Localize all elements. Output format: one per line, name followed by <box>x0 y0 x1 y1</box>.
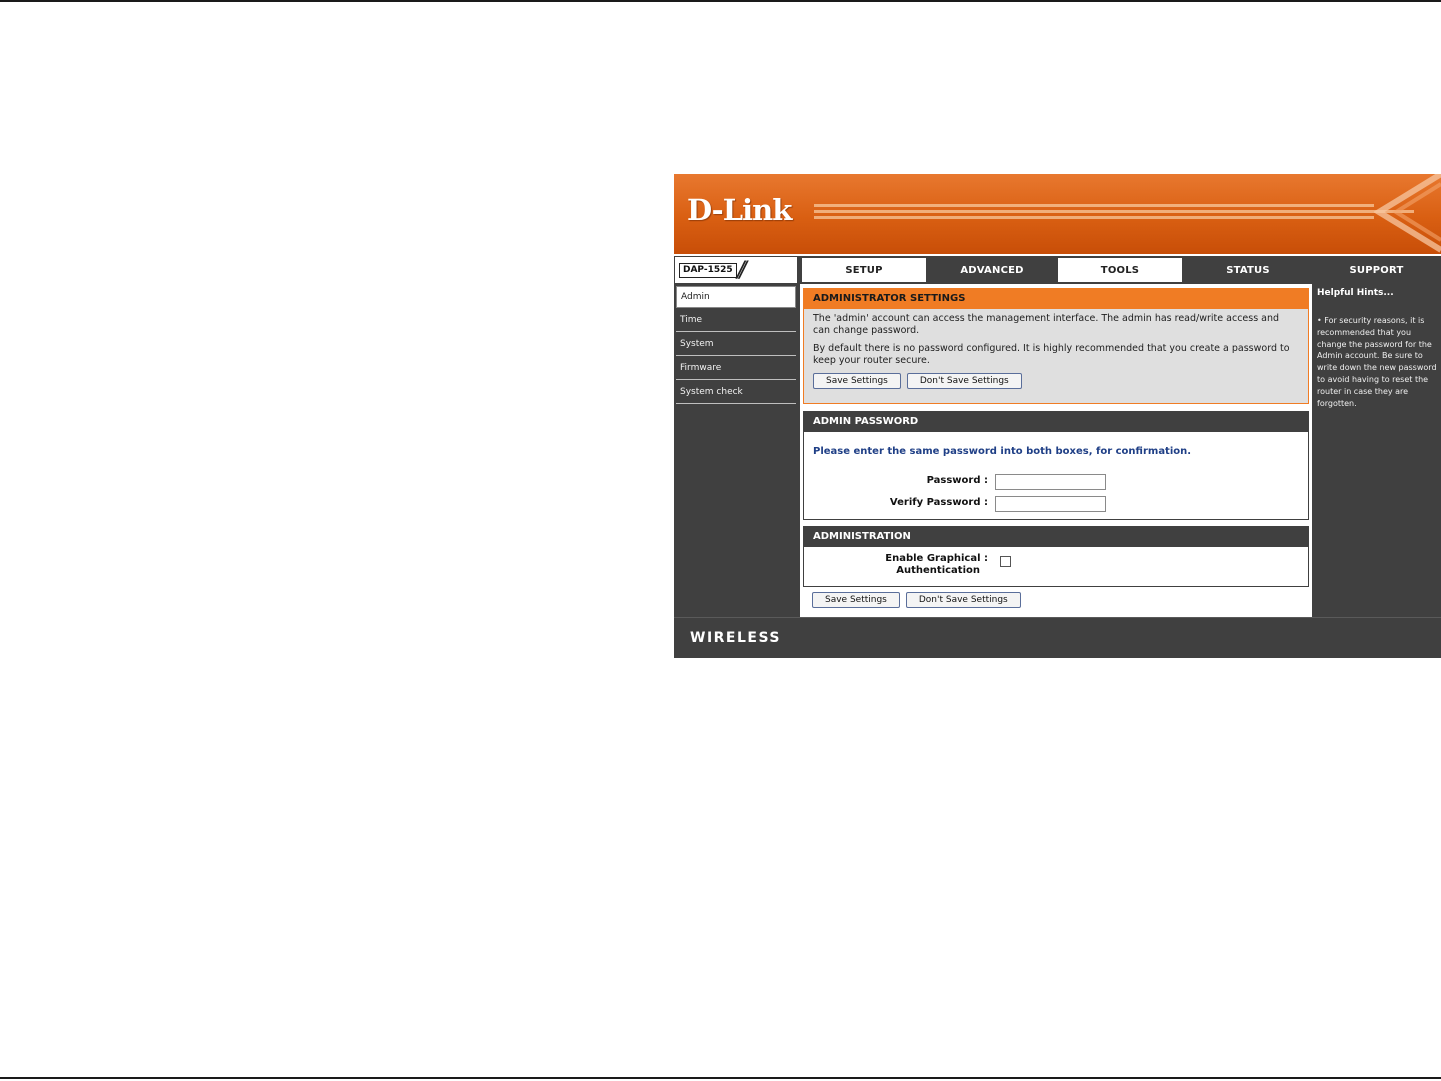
main-content: ADMINISTRATOR SETTINGS The 'admin' accou… <box>800 284 1312 617</box>
footer: WIRELESS <box>674 617 1441 658</box>
banner-stripe <box>814 210 1414 213</box>
intro-paragraph: The 'admin' account can access the manag… <box>813 313 1280 336</box>
dlink-logo: D-Link <box>687 193 792 227</box>
password-prompt: Please enter the same password into both… <box>813 446 1192 457</box>
sidebar-item-time[interactable]: Time <box>676 310 796 332</box>
save-settings-button[interactable]: Save Settings <box>812 592 900 608</box>
sidebar-item-system-check[interactable]: System check <box>676 382 796 404</box>
verify-password-input[interactable] <box>995 496 1106 512</box>
section-title: ADMIN PASSWORD <box>804 412 1308 432</box>
dont-save-settings-button[interactable]: Don't Save Settings <box>905 592 1021 608</box>
section-title: ADMINISTRATOR SETTINGS <box>804 289 1308 309</box>
password-label: Password : <box>926 475 988 486</box>
model-slash-decoration: // <box>737 258 747 283</box>
tab-advanced[interactable]: ADVANCED <box>928 256 1056 284</box>
sidebar-item-firmware[interactable]: Firmware <box>676 358 796 380</box>
warning-paragraph: By default there is no password configur… <box>813 343 1290 366</box>
page-top-rule <box>0 0 1441 2</box>
graphical-auth-label-line2: Authentication <box>896 565 980 576</box>
admin-password-section: ADMIN PASSWORD Please enter the same pas… <box>803 411 1309 520</box>
tab-support[interactable]: SUPPORT <box>1312 256 1441 284</box>
dont-save-settings-button[interactable]: Don't Save Settings <box>906 373 1022 389</box>
sidebar: Admin Time System Firmware System check <box>674 284 800 617</box>
administrator-settings-section: ADMINISTRATOR SETTINGS The 'admin' accou… <box>803 288 1309 404</box>
helpful-hints-panel: Helpful Hints... • For security reasons,… <box>1312 284 1441 617</box>
brand-banner: D-Link <box>674 174 1441 254</box>
router-admin-ui: D-Link DAP-1525 // SETUP ADVANCED TOOLS … <box>674 174 1441 658</box>
sidebar-item-system[interactable]: System <box>676 334 796 356</box>
tab-tools[interactable]: TOOLS <box>1056 256 1184 284</box>
banner-chevron-icon <box>1374 174 1441 253</box>
graphical-auth-label: Enable Graphical : <box>885 553 988 564</box>
save-settings-button[interactable]: Save Settings <box>813 373 901 389</box>
banner-stripe <box>814 216 1374 219</box>
section-title: ADMINISTRATION <box>804 527 1308 547</box>
model-label: DAP-1525 <box>679 263 737 278</box>
bottom-button-row: Save Settings Don't Save Settings <box>803 592 1021 608</box>
wireless-footer-label: WIRELESS <box>690 630 782 646</box>
password-input[interactable] <box>995 474 1106 490</box>
button-row: Save Settings Don't Save Settings <box>804 373 1308 389</box>
tab-status[interactable]: STATUS <box>1184 256 1312 284</box>
verify-password-label: Verify Password : <box>889 497 988 508</box>
hints-title: Helpful Hints... <box>1317 288 1394 298</box>
banner-stripe <box>814 204 1374 207</box>
sidebar-item-admin[interactable]: Admin <box>676 286 796 308</box>
hints-text: • For security reasons, it is recommende… <box>1317 316 1437 408</box>
model-badge: DAP-1525 // <box>674 256 798 284</box>
page-bottom-rule <box>0 1077 1441 1079</box>
tab-setup[interactable]: SETUP <box>800 256 928 284</box>
administration-section: ADMINISTRATION Enable Graphical : Authen… <box>803 526 1309 587</box>
graphical-auth-checkbox[interactable] <box>1000 556 1011 567</box>
